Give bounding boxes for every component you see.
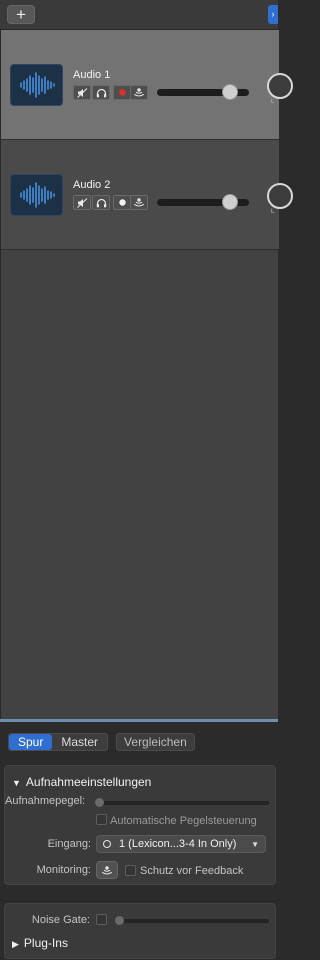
- auto-level-checkbox[interactable]: [96, 814, 107, 825]
- pan-knob[interactable]: [267, 73, 293, 99]
- pan-knob[interactable]: [267, 183, 293, 209]
- noise-gate-panel: Noise Gate: ▶ Plug-Ins: [4, 903, 276, 959]
- top-toolbar: + ›: [0, 0, 278, 30]
- add-track-button[interactable]: +: [7, 5, 35, 24]
- track-name: Audio 1: [73, 69, 111, 81]
- feedback-protection-label: Schutz vor Feedback: [140, 865, 244, 877]
- track-master-segmented-control: Spur Master: [8, 733, 109, 751]
- recording-settings-header[interactable]: ▼ Aufnahmeeinstellungen: [12, 775, 151, 789]
- input-monitoring-button[interactable]: [130, 85, 148, 100]
- noise-gate-handle[interactable]: [115, 916, 124, 925]
- monitoring-button[interactable]: [96, 861, 118, 879]
- disclosure-triangle-icon: ▶: [12, 939, 19, 949]
- monitoring-icon: [133, 198, 145, 207]
- pan-label: L: [271, 209, 275, 215]
- plugins-title: Plug-Ins: [23, 936, 68, 950]
- waveform-icon: [10, 174, 63, 216]
- mute-icon: [76, 87, 87, 98]
- volume-slider-handle[interactable]: [222, 84, 238, 100]
- input-select[interactable]: 1 (Lexicon...3-4 In Only) ▼: [96, 835, 266, 853]
- headphones-icon: [96, 198, 106, 207]
- record-icon: [118, 199, 126, 206]
- mono-input-icon: [103, 840, 111, 848]
- pan-label: L: [271, 99, 275, 105]
- recording-level-slider[interactable]: [95, 801, 269, 805]
- tab-master[interactable]: Master: [52, 734, 107, 750]
- chevron-down-icon: ▼: [251, 839, 259, 849]
- track-header-audio-1[interactable]: Audio 1 L: [1, 30, 293, 140]
- noise-gate-label: Noise Gate:: [31, 914, 90, 926]
- input-monitoring-button[interactable]: [130, 195, 148, 210]
- noise-gate-slider[interactable]: [115, 919, 269, 923]
- input-label: Eingang:: [47, 838, 91, 850]
- noise-gate-checkbox[interactable]: [96, 914, 107, 925]
- input-select-value: 1 (Lexicon...3-4 In Only): [119, 838, 237, 850]
- auto-level-label: Automatische Pegelsteuerung: [110, 815, 257, 827]
- track-list: Audio 1 L Audio 2 L: [0, 30, 293, 720]
- record-enable-button[interactable]: [113, 195, 131, 210]
- track-name: Audio 2: [73, 179, 111, 191]
- track-header-audio-2[interactable]: Audio 2 L: [1, 140, 293, 250]
- inspector-tabs: Spur Master Vergleichen: [8, 733, 195, 751]
- monitoring-label: Monitoring:: [36, 864, 91, 876]
- expand-button[interactable]: ›: [268, 5, 278, 24]
- compare-button[interactable]: Vergleichen: [116, 733, 195, 751]
- monitoring-icon: [133, 88, 145, 97]
- smart-controls-inspector: Spur Master Vergleichen ▼ Aufnahmeeinstel…: [0, 722, 278, 960]
- add-icon: +: [16, 5, 26, 24]
- tab-spur[interactable]: Spur: [9, 734, 53, 750]
- mute-button[interactable]: [73, 195, 91, 210]
- mute-button[interactable]: [73, 85, 91, 100]
- recording-level-label: Aufnahmepegel:: [5, 795, 86, 807]
- headphones-icon: [96, 88, 106, 97]
- volume-slider-handle[interactable]: [222, 194, 238, 210]
- section-title: Aufnahmeeinstellungen: [25, 775, 152, 789]
- feedback-protection-checkbox[interactable]: [125, 865, 136, 876]
- record-enable-button[interactable]: [113, 85, 131, 100]
- recording-level-handle[interactable]: [95, 798, 104, 807]
- mute-icon: [76, 197, 87, 208]
- record-icon: [118, 89, 126, 96]
- plugins-header[interactable]: ▶ Plug-Ins: [12, 936, 68, 950]
- disclosure-triangle-icon: ▼: [12, 778, 21, 788]
- monitoring-icon: [101, 865, 113, 874]
- recording-settings-panel: ▼ Aufnahmeeinstellungen Aufnahmepegel: Au…: [4, 765, 276, 885]
- waveform-icon: [10, 64, 63, 106]
- solo-button[interactable]: [92, 195, 110, 210]
- solo-button[interactable]: [92, 85, 110, 100]
